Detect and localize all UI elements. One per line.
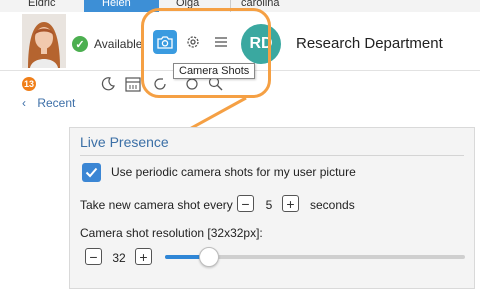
resolution-increase-button[interactable]: + bbox=[135, 248, 152, 265]
interval-label: Take new camera shot every bbox=[80, 198, 233, 212]
resolution-value[interactable]: 32 bbox=[109, 251, 129, 265]
periodic-camera-label: Use periodic camera shots for my user pi… bbox=[111, 165, 356, 179]
interval-increase-button[interactable]: + bbox=[282, 195, 299, 212]
panel-title: Live Presence bbox=[80, 134, 169, 150]
resolution-label: Camera shot resolution [32x32px]: bbox=[80, 226, 263, 240]
interval-decrease-button[interactable]: − bbox=[237, 195, 254, 212]
resolution-decrease-button[interactable]: − bbox=[85, 248, 102, 265]
periodic-camera-checkbox[interactable] bbox=[82, 163, 101, 182]
interval-value[interactable]: 5 bbox=[259, 198, 279, 212]
slider-thumb[interactable] bbox=[199, 247, 219, 267]
live-presence-panel: Live Presence Use periodic camera shots … bbox=[69, 127, 475, 289]
checkmark-icon bbox=[85, 167, 98, 178]
divider bbox=[80, 155, 464, 156]
resolution-slider[interactable] bbox=[165, 247, 465, 267]
interval-unit: seconds bbox=[310, 198, 355, 212]
